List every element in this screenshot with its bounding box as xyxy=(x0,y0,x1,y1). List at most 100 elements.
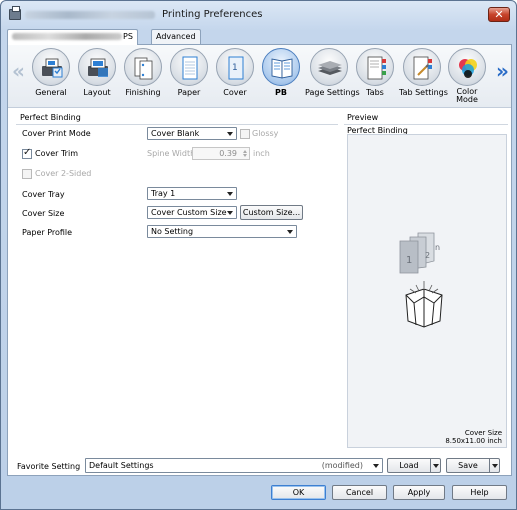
load-button[interactable]: Load xyxy=(387,458,441,473)
cover-size-value: Cover Custom Size xyxy=(151,208,227,217)
ok-button[interactable]: OK xyxy=(271,485,326,500)
paper-profile-label: Paper Profile xyxy=(22,228,73,237)
tab-ps-label: PS xyxy=(123,32,133,41)
scroll-right-icon[interactable]: » xyxy=(496,59,509,85)
function-tabs[interactable]: Tabs xyxy=(353,48,397,106)
preview-pane: 1 2 n Cover Size 8.50x11.00 inch xyxy=(347,134,507,448)
page-stack-icon xyxy=(399,232,435,274)
spin-up-icon[interactable] xyxy=(243,150,247,153)
function-layout-label: Layout xyxy=(83,88,111,97)
spine-width-value: 0.39 xyxy=(219,149,237,158)
function-paper-label: Paper xyxy=(177,88,201,97)
spin-down-icon[interactable] xyxy=(243,154,247,157)
layout-icon xyxy=(78,48,116,86)
cover-page-number: 1 xyxy=(232,63,238,73)
function-paper[interactable]: Paper xyxy=(167,48,211,106)
chevron-down-icon xyxy=(227,211,233,215)
function-page-settings[interactable]: Page Settings xyxy=(305,48,360,106)
tab-advanced-label: Advanced xyxy=(156,32,196,41)
cover-size-select[interactable]: Cover Custom Size xyxy=(147,206,237,219)
printing-preferences-window: Printing Preferences ✕ PS Advanced « Gen… xyxy=(0,0,517,510)
cover-size-label: Cover Size xyxy=(22,209,65,218)
paper-icon xyxy=(170,48,208,86)
function-finishing-label: Finishing xyxy=(125,88,161,97)
save-button[interactable]: Save xyxy=(446,458,500,473)
favorite-setting-value: Default Settings xyxy=(89,461,154,470)
close-button[interactable]: ✕ xyxy=(488,7,510,22)
apply-button[interactable]: Apply xyxy=(393,485,445,500)
color-mode-icon xyxy=(448,48,486,86)
title-bar[interactable]: Printing Preferences ✕ xyxy=(1,1,516,27)
function-tab-settings[interactable]: Tab Settings xyxy=(399,48,448,106)
function-pb[interactable]: PB xyxy=(259,48,303,106)
preview-cover-size-value: 8.50x11.00 inch xyxy=(445,437,502,445)
preview-cover-size: Cover Size 8.50x11.00 inch xyxy=(445,429,502,445)
section-divider xyxy=(16,124,338,125)
cover-icon: 1 xyxy=(216,48,254,86)
preview-page-1: 1 xyxy=(406,255,413,266)
function-general-label: General xyxy=(35,88,67,97)
tab-ps[interactable]: PS xyxy=(7,29,138,45)
favorite-modified-state: (modified) xyxy=(321,461,363,470)
cover-trim-checkbox[interactable] xyxy=(22,147,32,159)
scroll-left-icon[interactable]: « xyxy=(12,59,25,85)
help-button[interactable]: Help xyxy=(452,485,507,500)
cover-tray-value: Tray 1 xyxy=(151,189,176,198)
cover-2-sided-checkbox[interactable] xyxy=(22,169,32,179)
chevron-down-icon xyxy=(227,132,233,136)
finishing-icon xyxy=(124,48,162,86)
spine-width-unit: inch xyxy=(253,149,270,158)
save-button-label: Save xyxy=(458,461,478,470)
redacted-printer-name xyxy=(25,11,155,19)
window-title: Printing Preferences xyxy=(162,9,263,20)
save-dropdown-icon[interactable] xyxy=(489,459,499,472)
custom-size-button[interactable]: Custom Size... xyxy=(240,205,303,220)
preview-page-2: 2 xyxy=(425,251,431,260)
tab-panel: « General Layout Finishing Paper 1 Cover… xyxy=(7,44,512,476)
cover-tray-label: Cover Tray xyxy=(22,190,65,199)
tabs-icon xyxy=(356,48,394,86)
glossy-label: Glossy xyxy=(252,129,279,138)
favorite-setting-select[interactable]: Default Settings (modified) xyxy=(85,458,383,473)
perfect-binding-section-title: Perfect Binding xyxy=(20,113,81,122)
page-settings-icon xyxy=(310,48,348,86)
paper-profile-select[interactable]: No Setting xyxy=(147,225,297,238)
load-button-label: Load xyxy=(399,461,419,470)
cover-print-mode-label: Cover Print Mode xyxy=(22,129,91,138)
printer-app-icon xyxy=(9,6,21,20)
spine-width-label: Spine Width xyxy=(147,149,196,158)
cancel-button[interactable]: Cancel xyxy=(332,485,387,500)
cover-print-mode-value: Cover Blank xyxy=(151,129,200,138)
chevron-down-icon xyxy=(227,192,233,196)
function-cover[interactable]: 1 Cover xyxy=(213,48,257,106)
tab-strip: PS Advanced xyxy=(7,29,512,45)
load-dropdown-icon[interactable] xyxy=(430,459,440,472)
general-icon xyxy=(32,48,70,86)
function-color-mode[interactable]: Color Mode xyxy=(445,48,489,106)
function-tab-settings-label: Tab Settings xyxy=(399,88,448,97)
perfect-binding-book-icon xyxy=(405,281,443,328)
function-page-settings-label: Page Settings xyxy=(305,88,360,97)
spine-width-input[interactable]: 0.39 xyxy=(192,147,250,160)
preview-page-n: n xyxy=(435,243,441,252)
cover-print-mode-select[interactable]: Cover Blank xyxy=(147,127,237,140)
preview-section-title: Preview xyxy=(347,113,379,122)
function-cover-label: Cover xyxy=(223,88,247,97)
tab-advanced[interactable]: Advanced xyxy=(151,29,201,44)
function-general[interactable]: General xyxy=(29,48,73,106)
function-bar: « General Layout Finishing Paper 1 Cover… xyxy=(8,45,511,108)
redacted-tab-name xyxy=(12,33,122,40)
cover-tray-select[interactable]: Tray 1 xyxy=(147,187,237,200)
function-pb-label: PB xyxy=(275,88,287,97)
chevron-down-icon xyxy=(373,464,379,468)
tab-settings-icon xyxy=(403,48,441,86)
function-tabs-label: Tabs xyxy=(366,88,384,97)
function-color-mode-label: Color Mode xyxy=(456,87,478,104)
cover-2-sided-label: Cover 2-Sided xyxy=(35,169,92,178)
function-layout[interactable]: Layout xyxy=(75,48,119,106)
cover-trim-label: Cover Trim xyxy=(35,149,78,158)
preview-divider xyxy=(344,124,508,125)
function-finishing[interactable]: Finishing xyxy=(121,48,165,106)
favorite-setting-label: Favorite Setting xyxy=(17,462,81,471)
glossy-checkbox[interactable] xyxy=(240,129,250,139)
